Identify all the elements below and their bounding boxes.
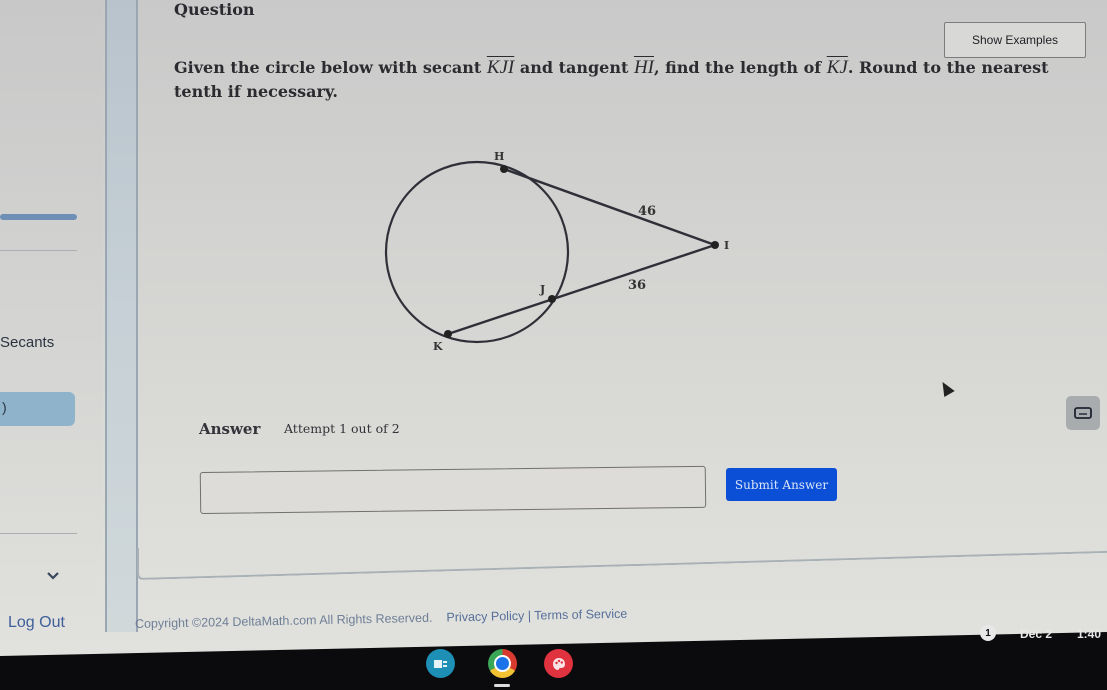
active-app-indicator bbox=[494, 684, 510, 687]
answer-label: Answer bbox=[199, 420, 261, 438]
footer: Copyright ©2024 DeltaMath.com All Rights… bbox=[135, 607, 628, 631]
circle-diagram: H I J K 46 36 bbox=[384, 150, 729, 353]
label-tangent-length: 46 bbox=[638, 204, 656, 219]
tangent-segment: HI bbox=[633, 57, 654, 78]
label-J: J bbox=[539, 283, 545, 296]
point-J bbox=[548, 295, 556, 303]
sidebar-collapse-rail[interactable] bbox=[105, 0, 138, 632]
question-text-part: and tangent bbox=[514, 58, 634, 77]
copyright-text: Copyright ©2024 DeltaMath.com All Rights… bbox=[134, 610, 433, 631]
classroom-app-icon[interactable] bbox=[426, 649, 455, 678]
answer-input[interactable] bbox=[199, 465, 707, 514]
secant-segment: KJI bbox=[486, 57, 515, 78]
card-border bbox=[137, 520, 1107, 580]
submit-answer-button[interactable]: Submit Answer bbox=[726, 468, 837, 501]
chevron-down-icon[interactable] bbox=[46, 570, 60, 580]
keyboard-toggle-button[interactable] bbox=[1066, 396, 1100, 430]
taskbar-date[interactable]: Dec 2 bbox=[1020, 627, 1052, 641]
label-H: H bbox=[494, 150, 504, 163]
label-I: I bbox=[724, 239, 729, 252]
attempt-counter: Attempt 1 out of 2 bbox=[284, 421, 400, 436]
point-K bbox=[444, 330, 452, 338]
paint-palette-icon[interactable] bbox=[544, 649, 573, 678]
point-H bbox=[500, 165, 508, 173]
sidebar-progress-bar bbox=[0, 214, 77, 220]
logout-link[interactable]: Log Out bbox=[8, 614, 65, 632]
secant-line-KI bbox=[447, 243, 716, 336]
taskbar-time[interactable]: 1:40 bbox=[1077, 627, 1101, 641]
label-K: K bbox=[433, 340, 443, 353]
mouse-cursor bbox=[937, 378, 955, 398]
sidebar-divider bbox=[0, 533, 77, 534]
keyboard-icon bbox=[1074, 407, 1092, 419]
point-I bbox=[711, 241, 719, 249]
circle bbox=[384, 160, 570, 344]
notification-badge[interactable]: 1 bbox=[980, 625, 996, 641]
question-text-part: Given the circle below with secant bbox=[174, 58, 487, 77]
sidebar-divider bbox=[0, 250, 77, 251]
sidebar: Secants ) Log Out bbox=[0, 0, 103, 632]
chrome-icon[interactable] bbox=[488, 649, 517, 678]
label-external-secant: 36 bbox=[628, 278, 646, 293]
target-segment: KJ bbox=[826, 57, 848, 78]
show-examples-button[interactable]: Show Examples bbox=[944, 22, 1086, 58]
sidebar-item-secants[interactable]: Secants bbox=[0, 334, 54, 351]
question-header: Question bbox=[174, 0, 255, 19]
question-text: Given the circle below with secant KJI a… bbox=[174, 56, 1094, 104]
terms-of-service-link[interactable]: Terms of Service bbox=[534, 607, 627, 623]
privacy-policy-link[interactable]: Privacy Policy bbox=[446, 609, 524, 625]
sidebar-item-active[interactable]: ) bbox=[0, 392, 75, 426]
tangent-line-HI bbox=[503, 167, 716, 247]
question-text-part: , find the length of bbox=[654, 58, 827, 77]
